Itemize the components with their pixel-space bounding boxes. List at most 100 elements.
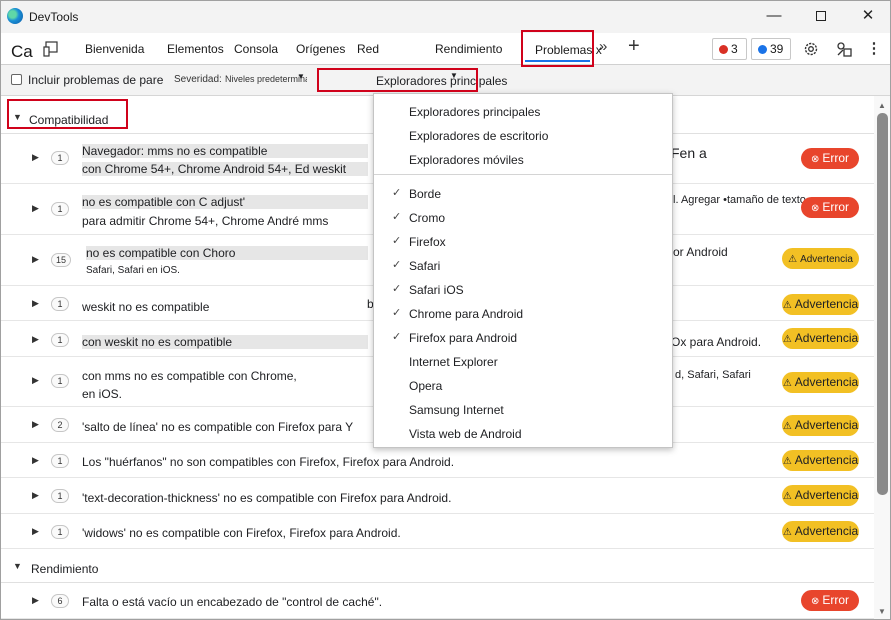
- tab-sources[interactable]: Orígenes: [296, 42, 345, 56]
- issue-text-overflow-part: d, Safari, Safari: [675, 369, 751, 381]
- maximize-button[interactable]: [798, 1, 844, 33]
- tab-welcome[interactable]: Bienvenida: [85, 42, 144, 56]
- issue-text-overflow: d, Safari, Safari: [675, 367, 751, 381]
- warning-badge: ⚠ Advertencia: [782, 328, 859, 349]
- section-expand-icon: ▼: [13, 561, 22, 571]
- check-icon: ✓: [392, 259, 402, 271]
- dropdown-option-internet-explorer[interactable]: Internet Explorer: [409, 355, 498, 369]
- browsers-dropdown: Exploradores principales Exploradores de…: [373, 93, 673, 448]
- warning-badge: ⚠ Advertencia: [782, 294, 859, 315]
- check-icon: ✓: [392, 187, 402, 199]
- row-expand-icon: ▶: [32, 490, 39, 500]
- check-icon: ✓: [392, 283, 402, 295]
- dropdown-option-desktop[interactable]: Exploradores de escritorio: [409, 129, 548, 143]
- dropdown-option-safari-ios[interactable]: Safari iOS: [409, 283, 464, 297]
- row-expand-icon: ▶: [32, 595, 39, 605]
- badge-label: Advertencia: [794, 488, 859, 502]
- warning-icon: ⚠: [782, 300, 792, 311]
- highlight-compat-section: [7, 99, 128, 129]
- issue-row[interactable]: ▶ 1 'widows' no es compatible con Firefo…: [1, 514, 874, 549]
- title-bar: DevTools — ✕: [1, 1, 890, 33]
- severity-select[interactable]: Niveles predeterminados: [225, 74, 307, 84]
- row-expand-icon: ▶: [32, 298, 39, 308]
- warning-icon: ⚠: [788, 254, 798, 265]
- issue-text: 'text-decoration-thickness' no es compat…: [82, 491, 452, 505]
- dropdown-option-edge[interactable]: Borde: [409, 187, 441, 201]
- issue-text-overflow-part: or Android: [673, 245, 728, 259]
- issue-text-overflow: Fen a: [671, 145, 707, 161]
- issue-text-overflow: l. Agregar •tamaño de texto-: [673, 194, 810, 206]
- issue-text: Falta o está vacío un encabezado de "con…: [82, 595, 383, 609]
- row-expand-icon: ▶: [32, 254, 39, 264]
- issue-row[interactable]: ▶ 1 Los "huérfanos" no son compatibles c…: [1, 443, 874, 478]
- dropdown-option-mobile[interactable]: Exploradores móviles: [409, 153, 524, 167]
- issues-count-badge[interactable]: 39: [751, 38, 791, 60]
- issue-row[interactable]: ▶ 1 'text-decoration-thickness' no es co…: [1, 478, 874, 514]
- badge-label: Error: [822, 151, 850, 165]
- issue-text: con mms no es compatible con Chrome,: [82, 369, 297, 383]
- issue-text: Safari, Safari en iOS.: [86, 265, 180, 276]
- dropdown-option-major[interactable]: Exploradores principales: [409, 105, 540, 119]
- dropdown-option-android-webview[interactable]: Vista web de Android: [409, 427, 522, 441]
- warning-icon: ⚠: [782, 491, 792, 502]
- dropdown-option-chrome-android[interactable]: Chrome para Android: [409, 307, 523, 321]
- issue-count-chip: 15: [51, 253, 72, 267]
- dropdown-option-firefox[interactable]: Firefox: [409, 235, 446, 249]
- dropdown-option-firefox-android[interactable]: Firefox para Android: [409, 331, 517, 345]
- scroll-up-icon[interactable]: ▲: [878, 101, 886, 110]
- error-count-badge[interactable]: 3: [712, 38, 747, 60]
- scroll-down-icon[interactable]: ▼: [878, 607, 886, 616]
- issue-text: en iOS.: [82, 387, 123, 401]
- issue-icon: [758, 45, 767, 54]
- error-count: 3: [731, 42, 738, 56]
- issue-text: Navegador: mms no es compatible: [82, 144, 368, 158]
- issue-count-chip: 1: [51, 297, 69, 311]
- warning-icon: ⚠: [782, 378, 792, 389]
- issue-count-chip: 6: [51, 594, 69, 608]
- scrollbar-thumb[interactable]: [877, 113, 888, 495]
- warning-badge: ⚠ Advertencia: [782, 415, 859, 436]
- severity-caret-icon: ▼: [297, 72, 305, 81]
- inspect-tool[interactable]: Ca: [11, 42, 33, 62]
- tab-elements[interactable]: Elementos: [167, 42, 224, 56]
- section-performance[interactable]: ▼ Rendimiento: [1, 549, 874, 583]
- tab-performance[interactable]: Rendimiento: [435, 42, 502, 56]
- issue-count-chip: 1: [51, 151, 69, 165]
- tab-network[interactable]: Red: [357, 42, 379, 56]
- minimize-button[interactable]: —: [751, 1, 797, 33]
- error-badge: ⊗ Error: [801, 197, 859, 218]
- issue-text: con Chrome 54+, Chrome Android 54+, Ed w…: [82, 162, 368, 176]
- tab-console[interactable]: Consola: [234, 42, 278, 56]
- error-icon: ⊗: [810, 203, 820, 214]
- issue-count-chip: 1: [51, 454, 69, 468]
- device-emulation-icon[interactable]: [43, 41, 59, 57]
- customize-icon[interactable]: [835, 40, 853, 58]
- issue-count: 39: [770, 42, 784, 56]
- include-third-party-checkbox[interactable]: [11, 74, 22, 85]
- add-tab-icon[interactable]: +: [628, 35, 640, 58]
- gear-icon[interactable]: [802, 40, 820, 58]
- issue-text-overflow: or Android: [673, 245, 728, 259]
- dropdown-option-opera[interactable]: Opera: [409, 379, 442, 393]
- dropdown-option-safari[interactable]: Safari: [409, 259, 440, 273]
- warning-badge: ⚠ Advertencia: [782, 372, 859, 393]
- row-expand-icon: ▶: [32, 334, 39, 344]
- issue-text-overflow: Ox para Android.: [671, 335, 762, 349]
- kebab-icon[interactable]: ⋮: [865, 40, 883, 58]
- issue-count-chip: 1: [51, 333, 69, 347]
- dropdown-option-samsung-internet[interactable]: Samsung Internet: [409, 403, 504, 417]
- row-expand-icon: ▶: [32, 203, 39, 213]
- warning-icon: ⚠: [782, 456, 792, 467]
- more-tabs-icon[interactable]: »: [599, 38, 607, 55]
- warning-badge: ⚠ Advertencia: [782, 248, 859, 269]
- issue-count-chip: 2: [51, 418, 69, 432]
- issue-count-chip: 1: [51, 489, 69, 503]
- issue-text: no es compatible con C adjust': [82, 195, 368, 209]
- issue-text: Los "huérfanos" no son compatibles con F…: [82, 455, 455, 469]
- warning-icon: ⚠: [782, 421, 792, 432]
- dropdown-option-chrome[interactable]: Cromo: [409, 211, 445, 225]
- close-button[interactable]: ✕: [845, 1, 890, 33]
- issue-row[interactable]: ▶ 6 Falta o está vacío un encabezado de …: [1, 583, 874, 619]
- severity-label: Severidad:: [174, 74, 222, 85]
- row-expand-icon: ▶: [32, 526, 39, 536]
